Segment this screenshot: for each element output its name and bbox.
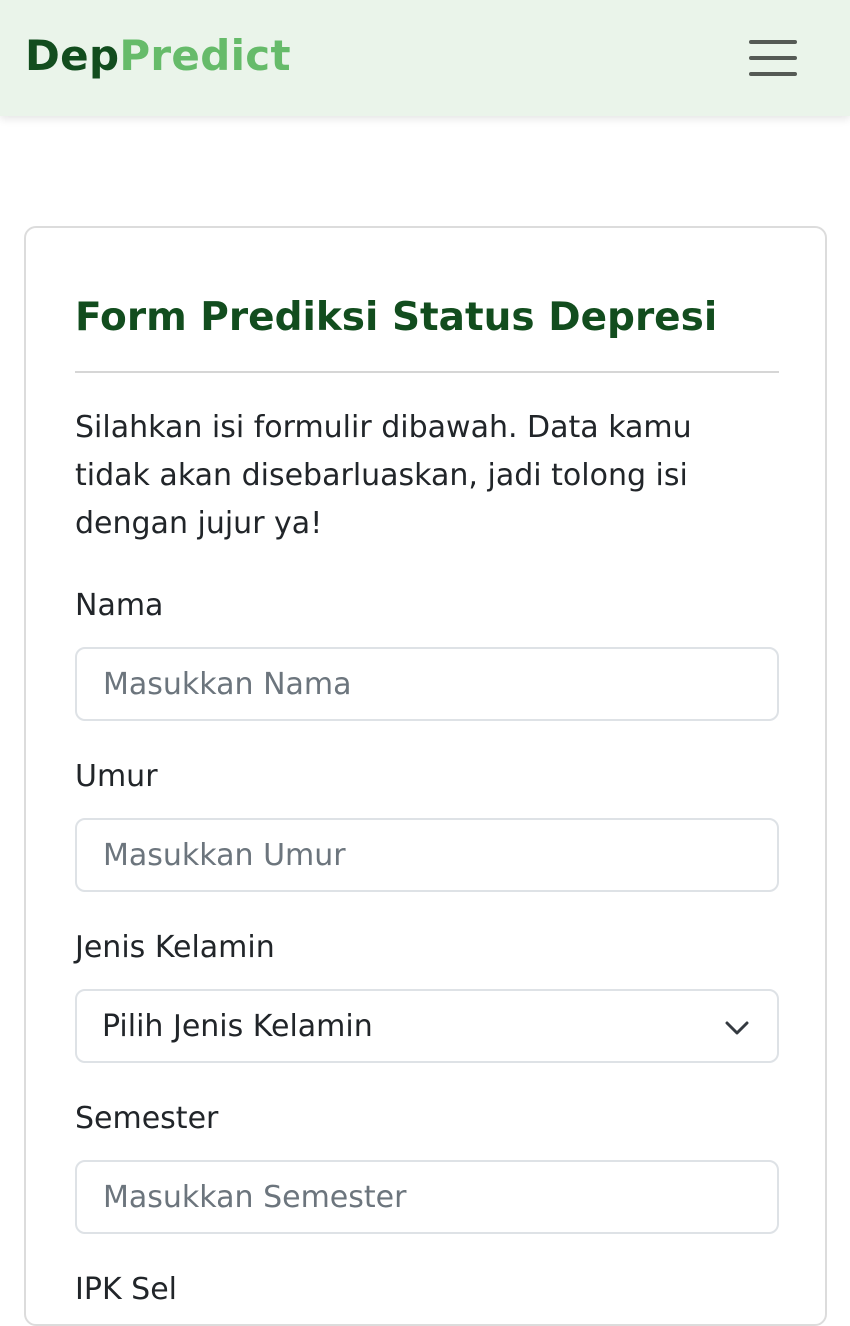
hamburger-menu-icon[interactable]	[742, 34, 804, 82]
form-title: Form Prediksi Status Depresi	[75, 295, 718, 340]
navbar: DepPredict	[0, 0, 850, 116]
chevron-down-icon	[725, 1016, 749, 1040]
prediction-form-card: Form Prediksi Status Depresi Silahkan is…	[24, 226, 827, 1326]
jenis-kelamin-selected-value: Pilih Jenis Kelamin	[102, 1009, 373, 1044]
umur-label: Umur	[75, 759, 158, 794]
nama-input[interactable]	[75, 647, 779, 721]
form-intro-text: Silahkan isi formulir dibawah. Data kamu…	[75, 410, 692, 541]
brand-logo[interactable]: DepPredict	[25, 30, 291, 82]
brand-part-predict: Predict	[119, 31, 291, 80]
umur-input[interactable]	[75, 818, 779, 892]
semester-label: Semester	[75, 1101, 219, 1136]
title-divider	[75, 371, 779, 373]
brand-part-dep: Dep	[25, 31, 120, 80]
semester-input[interactable]	[75, 1160, 779, 1234]
jenis-kelamin-select[interactable]: Pilih Jenis Kelamin	[75, 989, 779, 1063]
jenis-kelamin-label: Jenis Kelamin	[75, 930, 275, 965]
nama-label: Nama	[75, 588, 164, 623]
ipk-label: IPK Sel	[75, 1272, 177, 1307]
